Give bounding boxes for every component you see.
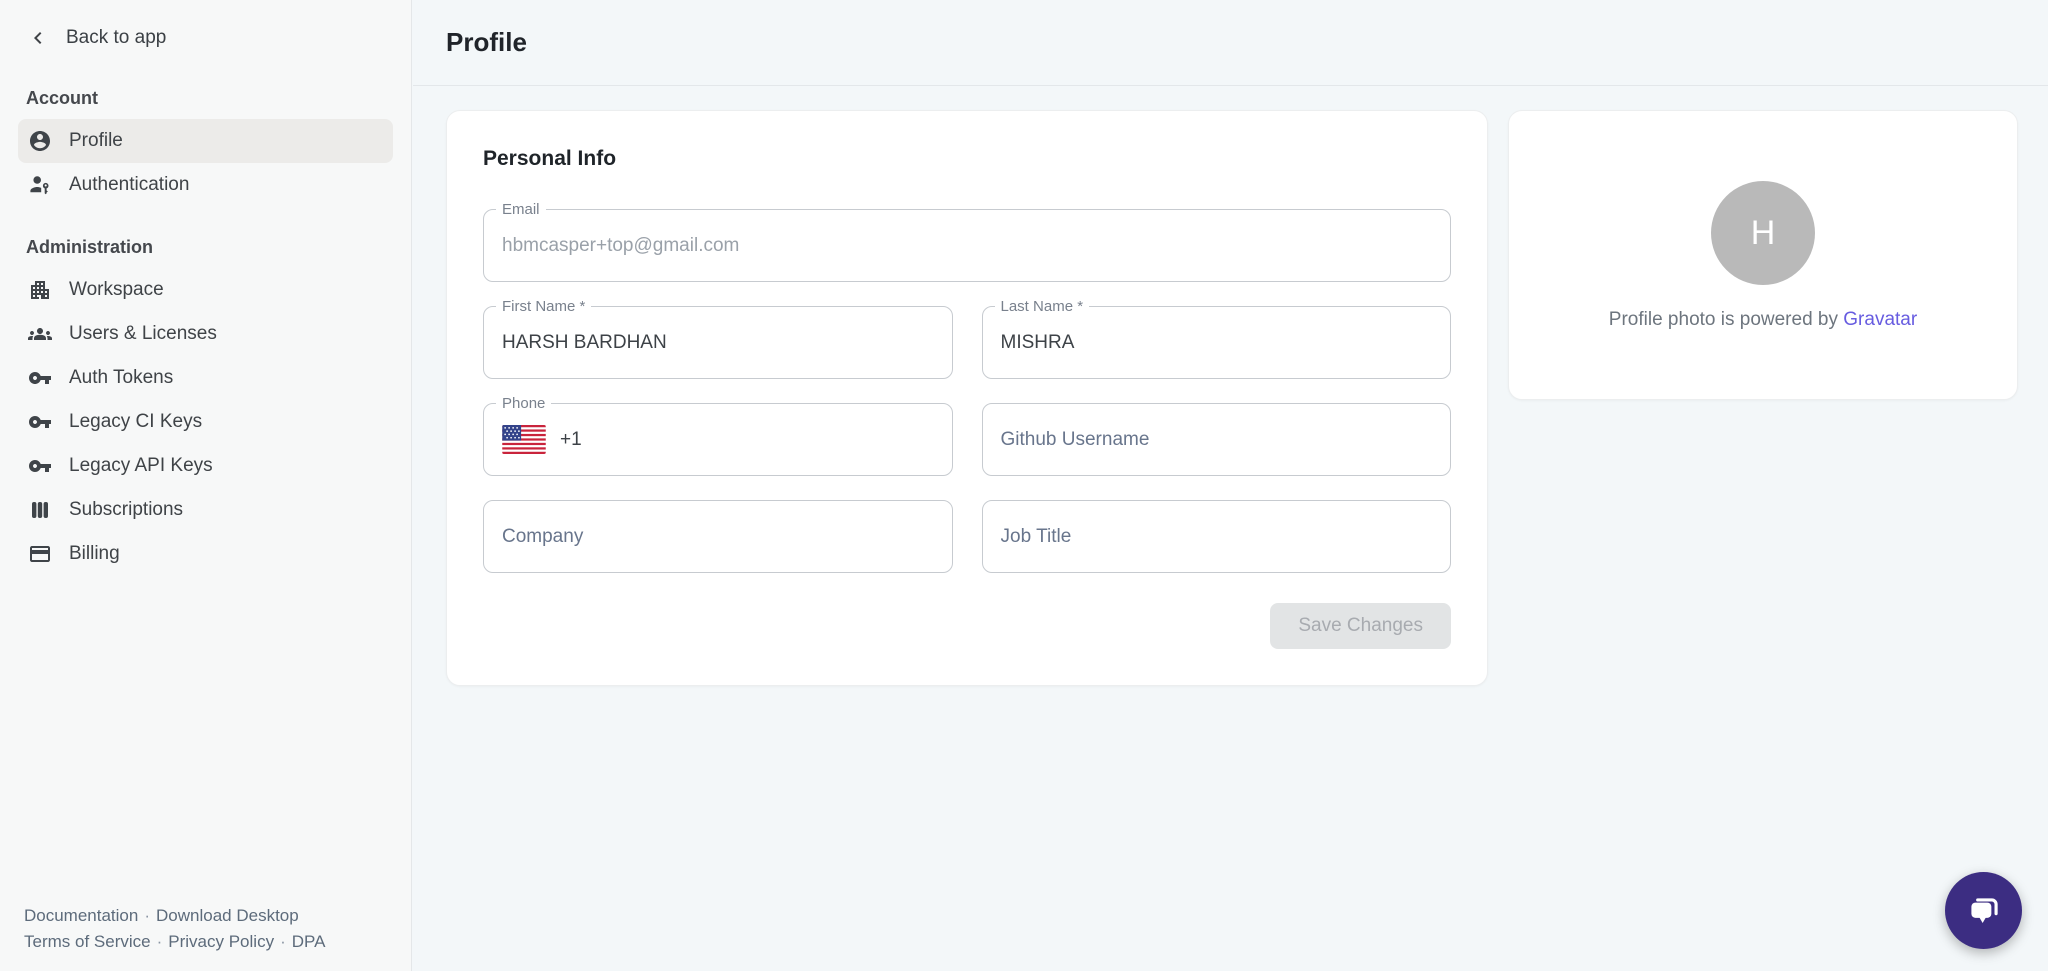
actions-row: Save Changes [483,603,1451,649]
building-icon [28,278,52,302]
last-name-field[interactable] [1001,332,1433,354]
sidebar-item-users-licenses[interactable]: Users & Licenses [18,312,393,356]
footer-line-1: Documentation·Download Desktop [24,903,325,929]
sidebar-item-subscriptions[interactable]: Subscriptions [18,488,393,532]
job-title-field[interactable] [1001,526,1433,548]
footer-separator: · [151,932,169,951]
sidebar-item-auth-tokens[interactable]: Auth Tokens [18,356,393,400]
key-icon [28,410,52,434]
footer-separator: · [274,932,292,951]
phone-github-row: Phone [483,403,1451,476]
first-name-field-wrapper: First Name * [483,306,953,379]
company-row [483,500,1451,573]
last-name-field-wrapper: Last Name * [982,306,1452,379]
save-changes-button[interactable]: Save Changes [1270,603,1451,649]
back-to-app-button[interactable]: Back to app [0,0,411,50]
email-field[interactable] [502,235,1432,257]
sidebar-item-legacy-api-keys[interactable]: Legacy API Keys [18,444,393,488]
back-to-app-label: Back to app [66,27,166,49]
gravatar-card: H Profile photo is powered by Gravatar [1508,110,2018,400]
documentation-link[interactable]: Documentation [24,906,138,925]
account-nav: Profile Authentication [18,119,393,207]
chat-bubbles-icon [1963,890,2005,932]
github-username-field[interactable] [1001,429,1433,451]
sidebar-item-authentication[interactable]: Authentication [18,163,393,207]
sidebar-item-workspace[interactable]: Workspace [18,268,393,312]
phone-label: Phone [496,395,551,412]
github-field-wrapper [982,403,1452,476]
footer-separator: · [138,906,156,925]
sidebar-item-label: Profile [69,130,123,152]
terms-link[interactable]: Terms of Service [24,932,151,951]
chevron-left-icon [26,26,50,50]
key-icon [28,366,52,390]
sidebar-item-label: Users & Licenses [69,323,217,345]
first-name-label: First Name * [496,298,591,315]
page-title: Profile [446,27,527,58]
last-name-label: Last Name * [995,298,1090,315]
administration-nav: Workspace Users & Licenses Auth Tokens L… [18,268,393,576]
job-title-field-wrapper [982,500,1452,573]
sidebar-item-label: Workspace [69,279,164,301]
sidebar-item-profile[interactable]: Profile [18,119,393,163]
section-label-account: Account [26,88,387,109]
email-row: Email [483,209,1451,282]
privacy-link[interactable]: Privacy Policy [168,932,274,951]
person-key-icon [28,173,52,197]
main-area: Profile Personal Info Email First Name *… [413,0,2048,971]
sidebar-item-billing[interactable]: Billing [18,532,393,576]
settings-sidebar: Back to app Account Profile Authenticati… [0,0,412,971]
account-circle-icon [28,129,52,153]
section-label-administration: Administration [26,237,387,258]
name-row: First Name * Last Name * [483,306,1451,379]
email-field-wrapper: Email [483,209,1451,282]
content-area: Personal Info Email First Name * Last Na… [413,86,2048,686]
dpa-link[interactable]: DPA [292,932,326,951]
footer-line-2: Terms of Service·Privacy Policy·DPA [24,929,325,955]
gravatar-link[interactable]: Gravatar [1843,309,1917,330]
sidebar-footer: Documentation·Download Desktop Terms of … [24,903,325,955]
first-name-field[interactable] [502,332,934,354]
sidebar-item-legacy-ci-keys[interactable]: Legacy CI Keys [18,400,393,444]
sidebar-item-label: Legacy CI Keys [69,411,202,433]
key-icon [28,454,52,478]
avatar: H [1711,181,1815,285]
gravatar-caption-text: Profile photo is powered by [1609,309,1838,330]
phone-field-wrapper: Phone [483,403,953,476]
page-header: Profile [413,0,2048,86]
sidebar-item-label: Auth Tokens [69,367,173,389]
personal-info-card: Personal Info Email First Name * Last Na… [446,110,1488,686]
company-field-wrapper [483,500,953,573]
groups-icon [28,322,52,346]
sidebar-item-label: Subscriptions [69,499,183,521]
avatar-letter: H [1751,214,1776,253]
email-label: Email [496,201,546,218]
columns-icon [28,498,52,522]
gravatar-caption: Profile photo is powered by Gravatar [1609,309,1917,331]
sidebar-item-label: Legacy API Keys [69,455,213,477]
sidebar-item-label: Authentication [69,174,189,196]
us-flag-icon[interactable] [502,425,546,454]
download-desktop-link[interactable]: Download Desktop [156,906,299,925]
chat-widget-button[interactable] [1945,872,2022,949]
personal-info-title: Personal Info [483,147,1451,171]
sidebar-item-label: Billing [69,543,120,565]
credit-card-icon [28,542,52,566]
company-field[interactable] [502,526,934,548]
phone-field[interactable] [560,429,934,451]
